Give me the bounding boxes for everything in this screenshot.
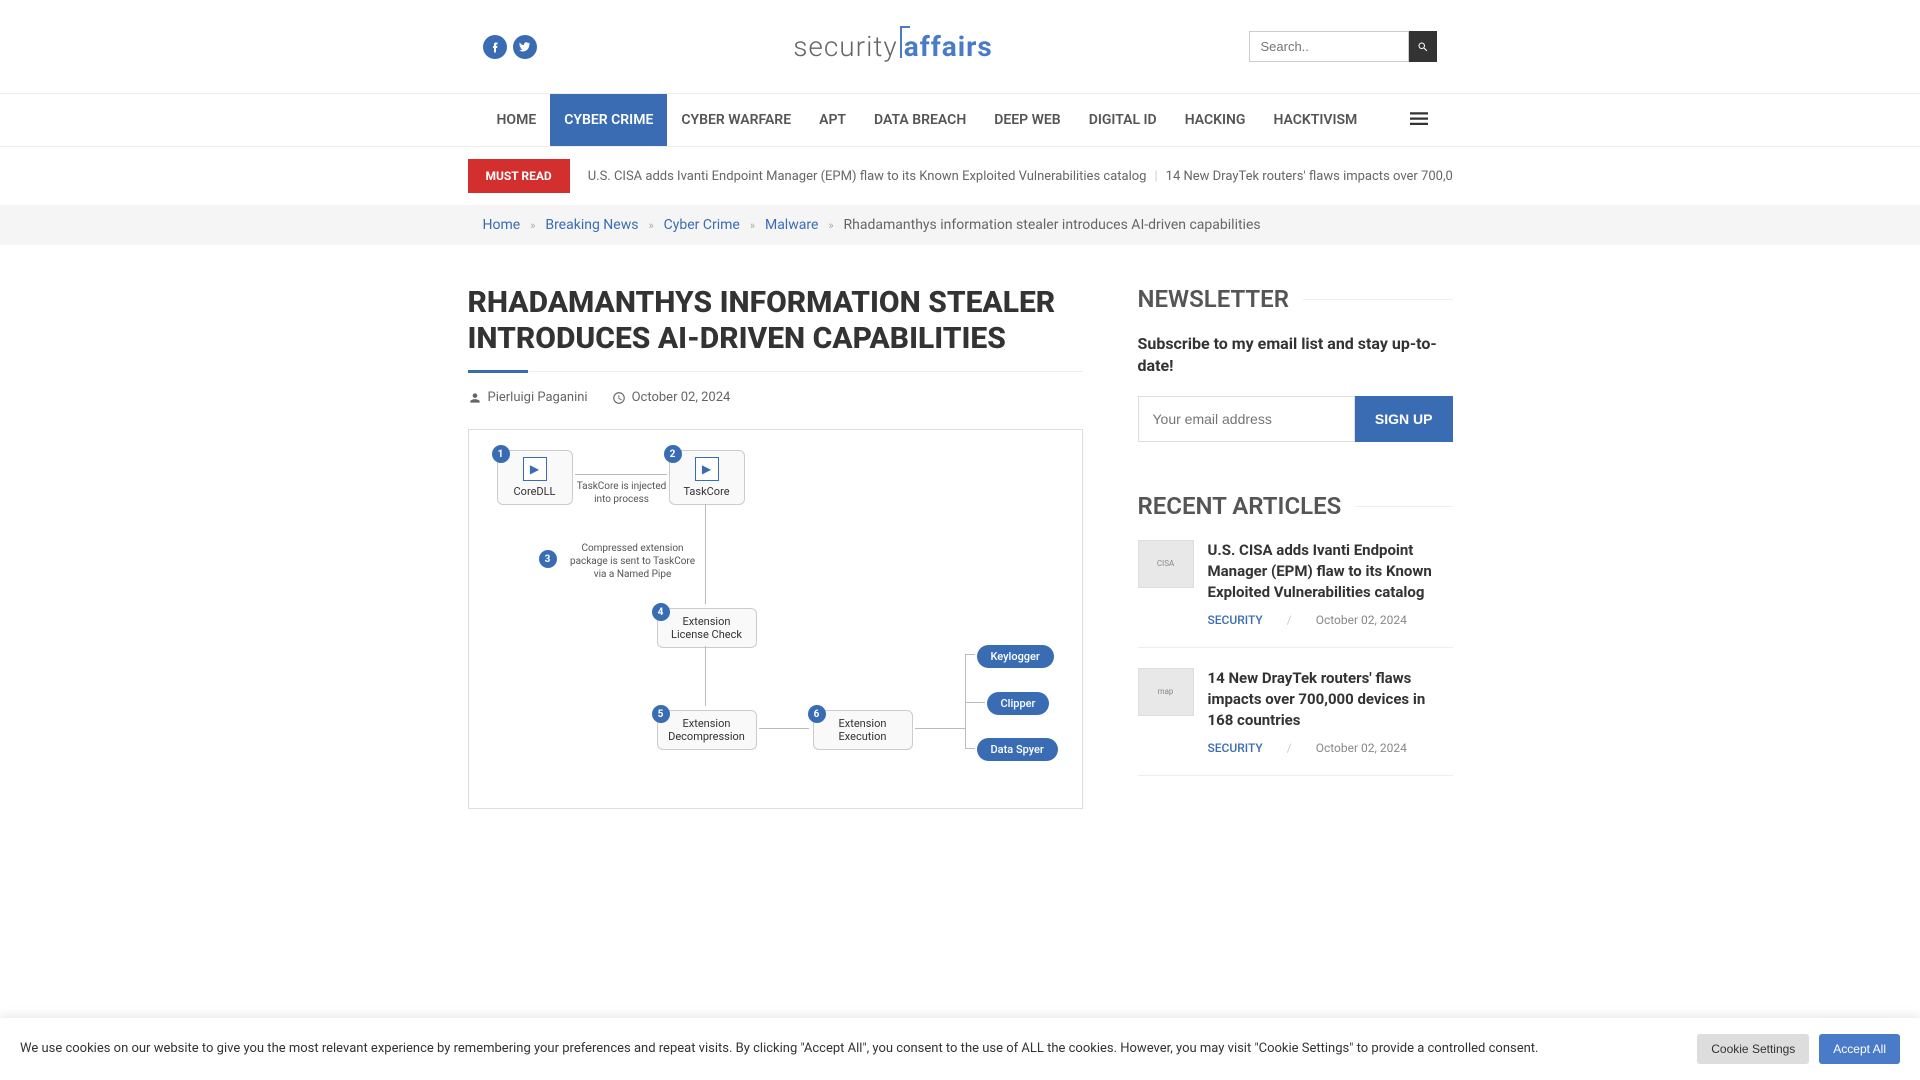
diagram-num-4: 4 bbox=[652, 603, 670, 621]
recent-date: October 02, 2024 bbox=[1316, 613, 1407, 627]
logo-text-2: affairs bbox=[904, 30, 993, 63]
nav-item-data-breach[interactable]: DATA BREACH bbox=[860, 94, 980, 146]
article-date: October 02, 2024 bbox=[632, 390, 731, 405]
search-input[interactable] bbox=[1249, 31, 1409, 62]
breadcrumb-link[interactable]: Malware bbox=[765, 217, 818, 233]
nav-item-cyber-warfare[interactable]: CYBER WARFARE bbox=[667, 94, 805, 146]
nav-item-deep-web[interactable]: DEEP WEB bbox=[980, 94, 1074, 146]
recent-articles-title: RECENT ARTICLES bbox=[1138, 492, 1453, 520]
diagram-node-4: Extension License Check bbox=[668, 615, 746, 641]
cookie-banner: We use cookies on our website to give yo… bbox=[0, 1018, 1920, 1080]
diagram-node-5: Extension Decompression bbox=[668, 717, 746, 743]
nav-item-digital-id[interactable]: DIGITAL ID bbox=[1075, 94, 1171, 146]
recent-article-title: 14 New DrayTek routers' flaws impacts ov… bbox=[1208, 668, 1453, 731]
nav-item-hacktivism[interactable]: HACKTIVISM bbox=[1259, 94, 1371, 146]
article-title: RHADAMANTHYS INFORMATION STEALER INTRODU… bbox=[468, 285, 1083, 357]
newsletter-signup-button[interactable]: SIGN UP bbox=[1355, 396, 1453, 442]
diagram-output-3: Data Spyer bbox=[977, 738, 1058, 761]
diagram-edge-2: Compressed extension package is sent to … bbox=[563, 542, 703, 581]
search-button[interactable] bbox=[1409, 31, 1437, 62]
site-logo[interactable]: security affairs bbox=[793, 30, 993, 63]
cookie-text: We use cookies on our website to give yo… bbox=[20, 1039, 1538, 1059]
must-read-item[interactable]: 14 New DrayTek routers' flaws impacts ov… bbox=[1166, 169, 1453, 184]
nav-item-home[interactable]: HOME bbox=[483, 94, 551, 146]
breadcrumb-link[interactable]: Home bbox=[483, 217, 521, 233]
recent-date: October 02, 2024 bbox=[1316, 741, 1407, 755]
diagram-num-6: 6 bbox=[808, 705, 826, 723]
article-featured-image: 1 ▶ CoreDLL 2 ▶ TaskCore TaskCore is inj… bbox=[468, 429, 1083, 809]
must-read-item[interactable]: U.S. CISA adds Ivanti Endpoint Manager (… bbox=[588, 169, 1147, 184]
diagram-output-2: Clipper bbox=[987, 692, 1050, 715]
author-icon bbox=[468, 391, 482, 405]
diagram-num-3: 3 bbox=[539, 550, 557, 568]
diagram-node-6: Extension Execution bbox=[824, 717, 902, 743]
newsletter-email-input[interactable] bbox=[1138, 396, 1355, 442]
twitter-icon[interactable] bbox=[513, 35, 537, 59]
recent-article-item[interactable]: map 14 New DrayTek routers' flaws impact… bbox=[1138, 668, 1453, 776]
cookie-accept-button[interactable]: Accept All bbox=[1819, 1034, 1900, 1064]
recent-article-title: U.S. CISA adds Ivanti Endpoint Manager (… bbox=[1208, 540, 1453, 603]
diagram-num-2: 2 bbox=[664, 445, 682, 463]
breadcrumb-current: Rhadamanthys information stealer introdu… bbox=[844, 217, 1261, 233]
diagram-node-1: CoreDLL bbox=[514, 485, 556, 498]
recent-thumbnail: CISA bbox=[1138, 540, 1194, 588]
recent-article-item[interactable]: CISA U.S. CISA adds Ivanti Endpoint Mana… bbox=[1138, 540, 1453, 648]
nav-item-cyber-crime[interactable]: CYBER CRIME bbox=[550, 94, 667, 146]
diagram-num-1: 1 bbox=[492, 445, 510, 463]
diagram-edge-1: TaskCore is injected into process bbox=[577, 480, 667, 506]
newsletter-title: NEWSLETTER bbox=[1138, 285, 1453, 313]
must-read-label: MUST READ bbox=[468, 159, 570, 193]
breadcrumb-link[interactable]: Breaking News bbox=[545, 217, 638, 233]
newsletter-subtitle: Subscribe to my email list and stay up-t… bbox=[1138, 333, 1453, 378]
recent-thumbnail: map bbox=[1138, 668, 1194, 716]
nav-item-apt[interactable]: APT bbox=[805, 94, 860, 146]
article-divider bbox=[468, 371, 1083, 372]
diagram-output-1: Keylogger bbox=[977, 645, 1054, 668]
article-author: Pierluigi Paganini bbox=[488, 390, 588, 405]
recent-category[interactable]: SECURITY bbox=[1208, 613, 1263, 627]
logo-text-1: security bbox=[793, 30, 898, 63]
diagram-node-2: TaskCore bbox=[683, 485, 729, 498]
recent-category[interactable]: SECURITY bbox=[1208, 741, 1263, 755]
breadcrumb-link[interactable]: Cyber Crime bbox=[664, 217, 740, 233]
cookie-settings-button[interactable]: Cookie Settings bbox=[1697, 1034, 1809, 1064]
facebook-icon[interactable] bbox=[483, 35, 507, 59]
nav-item-hacking[interactable]: HACKING bbox=[1171, 94, 1260, 146]
search-icon bbox=[1417, 41, 1429, 53]
clock-icon bbox=[612, 391, 626, 405]
hamburger-menu[interactable] bbox=[1400, 101, 1438, 140]
diagram-num-5: 5 bbox=[652, 705, 670, 723]
hamburger-icon bbox=[1410, 112, 1428, 126]
